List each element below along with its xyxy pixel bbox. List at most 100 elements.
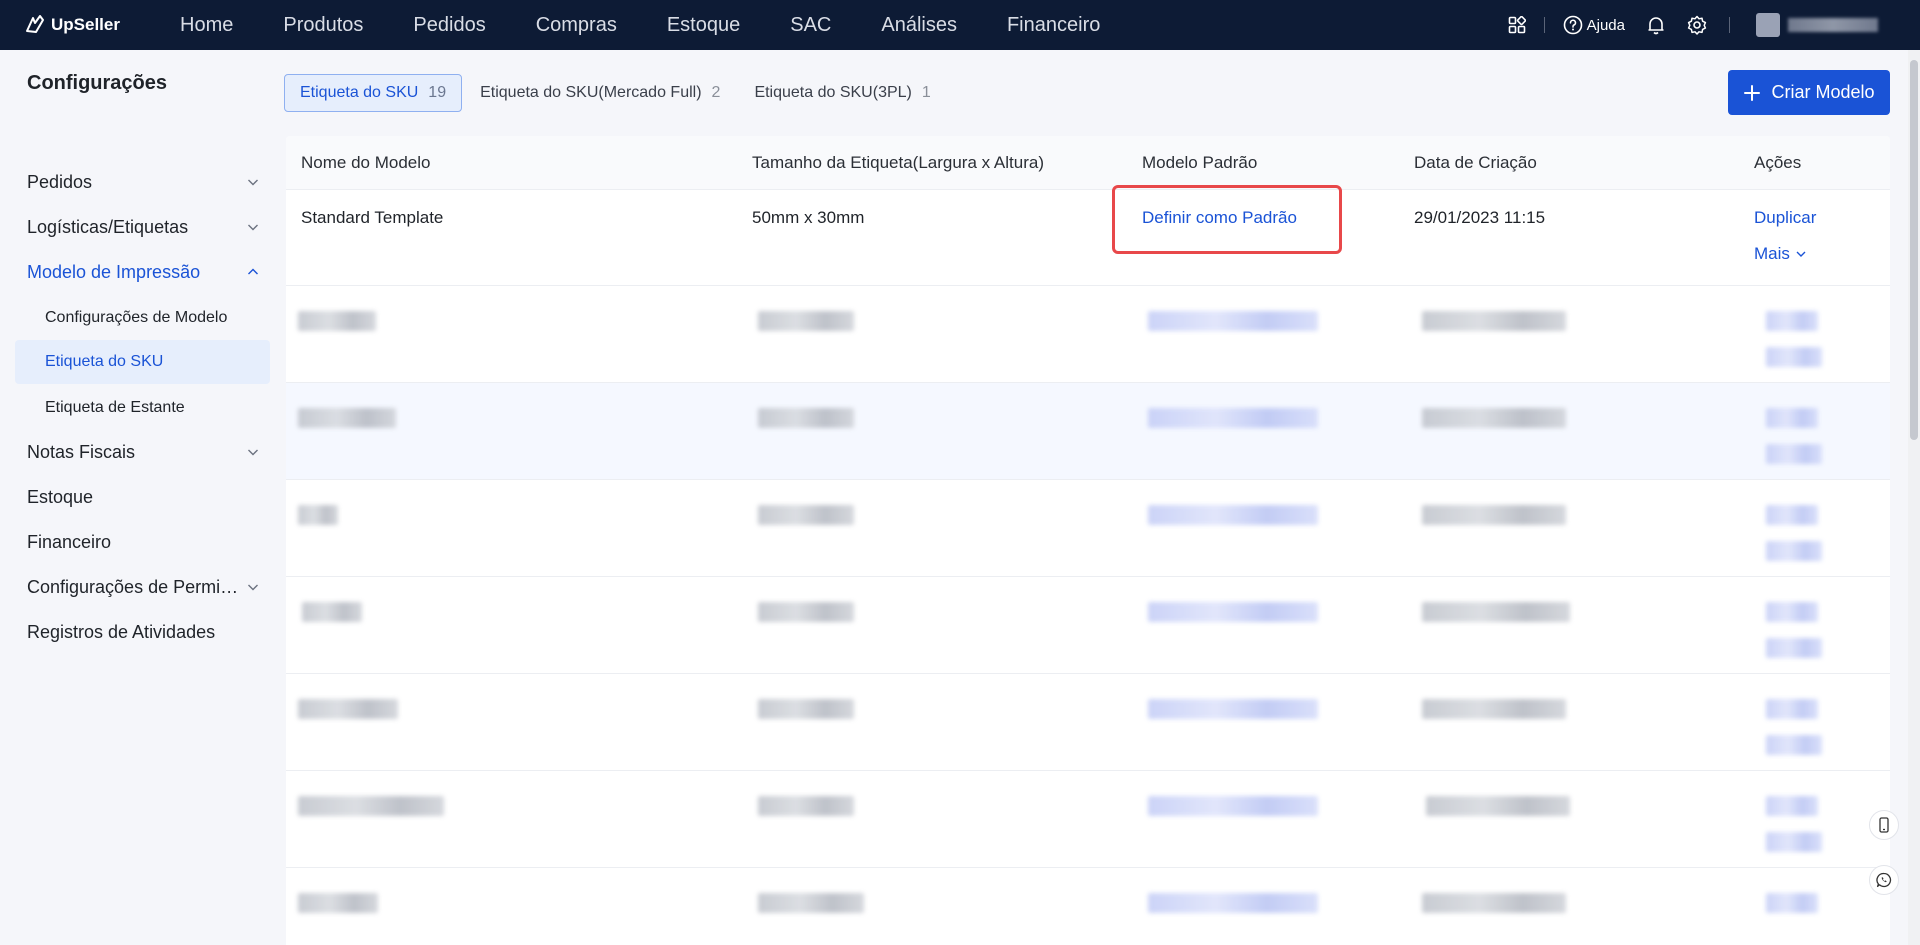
nav-pedidos[interactable]: Pedidos — [413, 14, 485, 37]
redacted-default-link[interactable] — [1148, 893, 1318, 913]
sidebar-item-estoque[interactable]: Estoque — [15, 475, 270, 519]
upseller-logo-icon — [26, 15, 44, 33]
scrollbar-thumb[interactable] — [1910, 60, 1918, 440]
set-default-link[interactable]: Definir como Padrão — [1142, 208, 1297, 228]
redacted-duplicate[interactable] — [1766, 408, 1818, 428]
sidebar-item-etiqueta-sku[interactable]: Etiqueta do SKU — [15, 340, 270, 384]
redacted-more[interactable] — [1766, 832, 1822, 852]
sidebar-item-label: Configurações de Permi… — [27, 576, 239, 597]
table-row-redacted[interactable] — [286, 771, 1890, 868]
table-row-redacted[interactable] — [286, 286, 1890, 383]
redacted-duplicate[interactable] — [1766, 311, 1818, 331]
chevron-down-icon — [248, 584, 258, 591]
nav-financeiro[interactable]: Financeiro — [1007, 14, 1100, 37]
sidebar-title: Configurações — [27, 72, 168, 94]
apps-grid-icon[interactable] — [1508, 16, 1526, 34]
redacted-more[interactable] — [1766, 735, 1822, 755]
column-header-acoes: Ações — [1754, 153, 1802, 172]
redacted-duplicate[interactable] — [1766, 505, 1818, 525]
bell-icon[interactable] — [1647, 15, 1665, 35]
redacted-duplicate[interactable] — [1766, 602, 1818, 622]
redacted-default-link[interactable] — [1148, 796, 1318, 816]
divider — [1543, 17, 1545, 33]
sidebar-item-modelo-impressao[interactable]: Modelo de Impressão — [15, 250, 270, 294]
redacted-default-link[interactable] — [1148, 505, 1318, 525]
template-created-date: 29/01/2023 11:15 — [1414, 208, 1546, 227]
redacted-date — [1422, 505, 1566, 525]
nav-sac[interactable]: SAC — [790, 14, 831, 37]
redacted-date — [1426, 796, 1570, 816]
username-redacted[interactable] — [1788, 18, 1878, 32]
redacted-date — [1422, 699, 1566, 719]
redacted-more[interactable] — [1766, 638, 1822, 658]
redacted-name — [298, 699, 398, 719]
help-link[interactable]: Ajuda — [1563, 15, 1625, 35]
redacted-date — [1422, 602, 1570, 622]
column-header-data-criacao: Data de Criação — [1414, 153, 1537, 172]
sidebar-item-notas-fiscais[interactable]: Notas Fiscais — [15, 430, 270, 474]
redacted-duplicate[interactable] — [1766, 699, 1818, 719]
sidebar-item-label: Configurações de Modelo — [45, 309, 228, 326]
nav-compras[interactable]: Compras — [536, 14, 617, 37]
table-row-redacted[interactable] — [286, 674, 1890, 771]
redacted-size — [758, 311, 854, 331]
sidebar-item-financeiro[interactable]: Financeiro — [15, 520, 270, 564]
tab-label: Etiqueta do SKU(3PL) — [754, 84, 912, 101]
redacted-more[interactable] — [1766, 444, 1822, 464]
table-row-redacted[interactable] — [286, 383, 1890, 480]
sidebar-item-label: Etiqueta do SKU — [45, 353, 164, 370]
divider — [1729, 17, 1730, 33]
tab-count: 2 — [711, 84, 721, 101]
sidebar-item-label: Modelo de Impressão — [27, 261, 201, 282]
avatar[interactable] — [1756, 13, 1780, 37]
main-nav: Home Produtos Pedidos Compras Estoque SA… — [180, 0, 1150, 50]
redacted-default-link[interactable] — [1148, 408, 1318, 428]
help-icon — [1563, 15, 1582, 35]
more-actions-dropdown[interactable]: Mais — [1754, 244, 1807, 264]
main-content: Etiqueta do SKU 19 Etiqueta do SKU(Merca… — [284, 50, 1904, 945]
templates-table: Nome do Modelo Tamanho da Etiqueta(Largu… — [286, 136, 1890, 945]
redacted-default-link[interactable] — [1148, 602, 1318, 622]
tab-etiqueta-sku-mercado-full[interactable]: Etiqueta do SKU(Mercado Full) 2 — [464, 74, 736, 112]
redacted-size — [758, 699, 854, 719]
sidebar-item-registros[interactable]: Registros de Atividades — [15, 610, 270, 654]
table-header: Nome do Modelo Tamanho da Etiqueta(Largu… — [286, 136, 1890, 190]
upseller-logo[interactable]: UpSeller — [24, 14, 154, 36]
table-row-redacted[interactable] — [286, 480, 1890, 577]
nav-estoque[interactable]: Estoque — [667, 14, 740, 37]
nav-analises[interactable]: Análises — [881, 14, 957, 37]
sidebar-item-etiqueta-estante[interactable]: Etiqueta de Estante — [15, 386, 270, 430]
help-label: Ajuda — [1586, 16, 1625, 34]
redacted-size — [758, 408, 854, 428]
template-tabs: Etiqueta do SKU 19 Etiqueta do SKU(Merca… — [284, 74, 949, 112]
nav-home[interactable]: Home — [180, 14, 233, 37]
column-header-modelo-padrao: Modelo Padrão — [1142, 153, 1258, 172]
redacted-more[interactable] — [1766, 541, 1822, 561]
tab-etiqueta-sku[interactable]: Etiqueta do SKU 19 — [284, 74, 463, 112]
sidebar-item-label: Financeiro — [27, 531, 112, 552]
redacted-default-link[interactable] — [1148, 311, 1318, 331]
create-template-label: Criar Modelo — [1771, 82, 1875, 102]
redacted-more[interactable] — [1766, 347, 1822, 367]
table-row-redacted[interactable] — [286, 577, 1890, 674]
page-scrollbar[interactable] — [1908, 50, 1920, 945]
create-template-button[interactable]: Criar Modelo — [1728, 70, 1890, 115]
redacted-duplicate[interactable] — [1766, 893, 1818, 913]
sidebar-item-pedidos[interactable]: Pedidos — [15, 160, 270, 204]
column-header-nome: Nome do Modelo — [301, 153, 431, 172]
sidebar-item-permissoes[interactable]: Configurações de Permi… — [15, 565, 270, 609]
sidebar-item-configuracoes-modelo[interactable]: Configurações de Modelo — [15, 296, 270, 340]
table-row-redacted[interactable] — [286, 868, 1890, 945]
redacted-default-link[interactable] — [1148, 699, 1318, 719]
nav-produtos[interactable]: Produtos — [283, 14, 363, 37]
mobile-app-button[interactable] — [1869, 810, 1899, 840]
redacted-duplicate[interactable] — [1766, 796, 1818, 816]
settings-sidebar: Configurações Pedidos Logísticas/Etiquet… — [0, 50, 280, 945]
whatsapp-button[interactable] — [1869, 865, 1899, 895]
gear-icon[interactable] — [1687, 15, 1707, 35]
more-actions-label: Mais — [1754, 244, 1790, 263]
duplicate-link[interactable]: Duplicar — [1754, 208, 1816, 228]
phone-icon — [1879, 817, 1889, 833]
sidebar-item-logisticas[interactable]: Logísticas/Etiquetas — [15, 205, 270, 249]
tab-etiqueta-sku-3pl[interactable]: Etiqueta do SKU(3PL) 1 — [738, 74, 946, 112]
